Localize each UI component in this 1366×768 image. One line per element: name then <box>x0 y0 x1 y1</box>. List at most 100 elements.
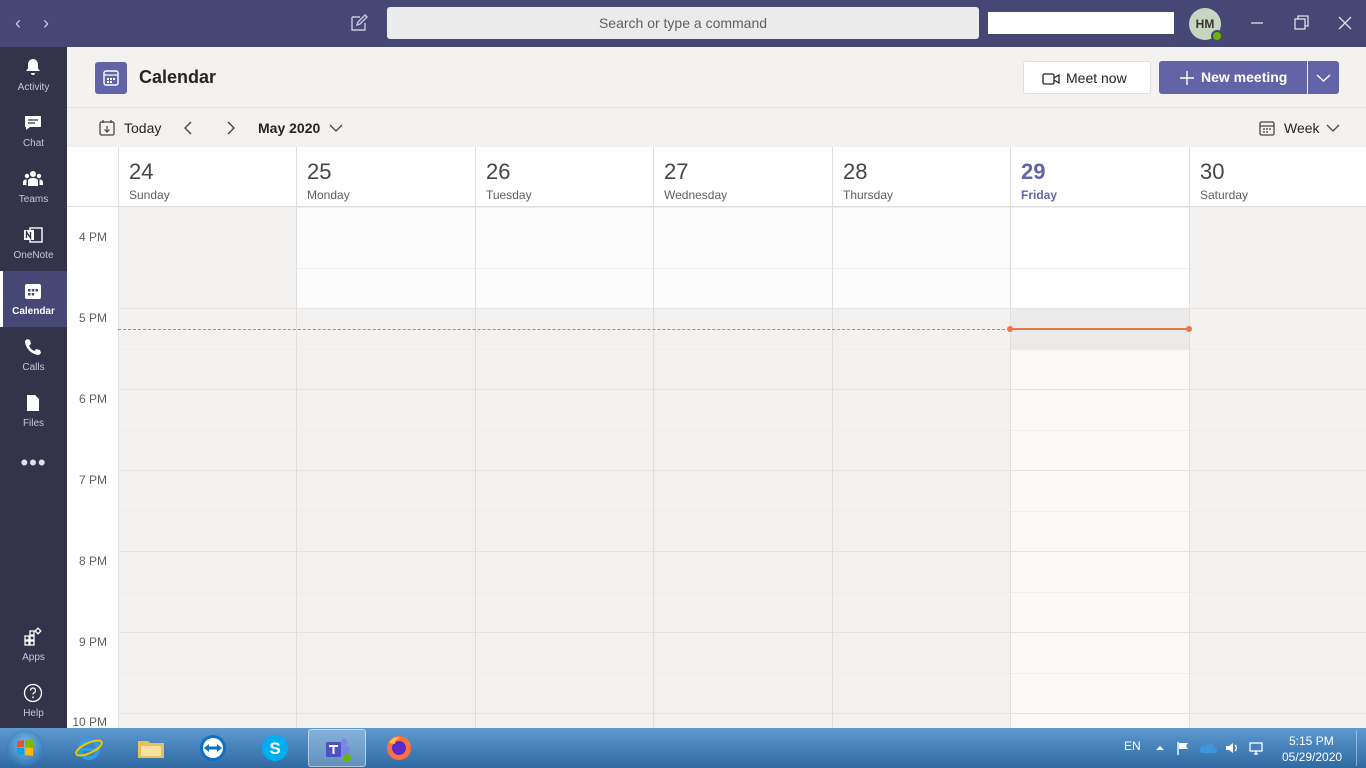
column-divider <box>118 147 119 728</box>
day-column-thursday[interactable] <box>832 207 1010 728</box>
search-input[interactable]: Search or type a command <box>387 7 979 39</box>
meet-now-label: Meet now <box>1066 70 1127 86</box>
rail-item-calls[interactable]: Calls <box>0 327 67 383</box>
avatar[interactable]: HM <box>1189 8 1223 42</box>
day-number: 26 <box>486 159 511 184</box>
chevron-down-icon[interactable] <box>326 118 346 138</box>
time-label: 6 PM <box>78 392 107 406</box>
day-column-tuesday[interactable] <box>475 207 653 728</box>
more-apps-icon[interactable]: ••• <box>0 452 67 479</box>
chevron-down-icon <box>1316 74 1331 82</box>
day-column-wednesday[interactable] <box>653 207 832 728</box>
gutter-header <box>67 147 118 207</box>
clock-time[interactable]: 5:15 PM <box>1289 734 1334 748</box>
today-button[interactable]: Today <box>124 120 161 136</box>
action-center-flag-icon[interactable] <box>1176 741 1190 755</box>
firefox-icon <box>387 736 411 760</box>
calendar-icon <box>25 284 41 299</box>
taskbar-firefox[interactable] <box>370 729 428 767</box>
hour-line <box>118 308 1366 309</box>
day-header-tuesday[interactable]: 26 Tuesday <box>476 147 653 207</box>
month-picker[interactable]: May 2020 <box>258 120 320 136</box>
day-header-friday[interactable]: 29 Friday <box>1011 147 1189 207</box>
taskbar-ie[interactable] <box>60 729 118 767</box>
time-label: 4 PM <box>78 230 107 244</box>
minimize-icon[interactable] <box>1246 12 1268 34</box>
help-icon <box>23 683 43 703</box>
teamviewer-icon <box>200 735 226 761</box>
rail-label: Calendar <box>12 306 55 317</box>
day-column-monday[interactable] <box>296 207 475 728</box>
rail-item-chat[interactable]: Chat <box>0 103 67 159</box>
chevron-down-icon[interactable] <box>1323 118 1343 138</box>
rail-label: Apps <box>22 652 45 663</box>
day-number: 27 <box>664 159 689 184</box>
day-header-sunday[interactable]: 24 Sunday <box>119 147 296 207</box>
back-arrow-icon[interactable]: ‹ <box>8 12 28 34</box>
file-icon <box>27 395 39 411</box>
next-week-icon[interactable] <box>220 118 240 138</box>
onedrive-icon[interactable] <box>1199 741 1217 755</box>
rail-item-teams[interactable]: Teams <box>0 159 67 215</box>
calendar-today-icon[interactable] <box>98 119 116 137</box>
day-number: 28 <box>843 159 868 184</box>
volume-icon[interactable] <box>1225 741 1239 755</box>
taskbar-explorer[interactable] <box>122 729 180 767</box>
app-rail: Activity Chat Teams OneNote Calendar Cal… <box>0 47 67 728</box>
rail-item-apps[interactable]: Apps <box>0 617 67 673</box>
previous-week-icon[interactable] <box>179 118 199 138</box>
rail-item-onenote[interactable]: OneNote <box>0 215 67 271</box>
show-desktop-button[interactable] <box>1356 730 1366 766</box>
new-meeting-label: New meeting <box>1201 69 1288 85</box>
day-header-wednesday[interactable]: 27 Wednesday <box>654 147 832 207</box>
day-header-thursday[interactable]: 28 Thursday <box>833 147 1010 207</box>
rail-item-activity[interactable]: Activity <box>0 47 67 103</box>
column-divider <box>832 147 833 728</box>
column-divider <box>653 147 654 728</box>
day-column-sunday[interactable] <box>118 207 296 728</box>
time-label: 9 PM <box>78 635 107 649</box>
calendar-toolbar: Today May 2020 Week <box>67 107 1366 147</box>
internet-explorer-icon <box>75 738 103 760</box>
taskbar-teams[interactable] <box>308 729 366 767</box>
day-column-saturday[interactable] <box>1189 207 1366 728</box>
day-name: Thursday <box>843 188 894 202</box>
view-switcher[interactable]: Week <box>1284 120 1320 136</box>
hour-line <box>118 389 1366 390</box>
language-indicator[interactable]: EN <box>1124 739 1141 753</box>
maximize-icon[interactable] <box>1290 12 1312 34</box>
apps-icon <box>24 627 42 646</box>
forward-arrow-icon[interactable]: › <box>36 12 56 34</box>
title-field[interactable] <box>988 12 1174 34</box>
clock-date[interactable]: 05/29/2020 <box>1282 750 1342 764</box>
taskbar-teamviewer[interactable] <box>184 729 242 767</box>
avatar-initials: HM <box>1195 17 1215 31</box>
meet-now-button[interactable]: Meet now <box>1023 61 1151 94</box>
time-label: 5 PM <box>78 311 107 325</box>
network-icon[interactable] <box>1249 741 1263 755</box>
compose-icon[interactable] <box>348 12 370 34</box>
day-column-friday[interactable] <box>1010 207 1189 728</box>
calendar-view-icon <box>1259 121 1275 136</box>
onenote-icon <box>24 227 43 243</box>
rail-item-files[interactable]: Files <box>0 383 67 439</box>
hour-line <box>118 551 1366 552</box>
day-number: 30 <box>1200 159 1225 184</box>
start-button[interactable] <box>6 730 44 766</box>
title-bar: ‹ › Search or type a command HM <box>0 0 1366 47</box>
current-time-line-today <box>1010 328 1189 330</box>
show-hidden-icons-icon[interactable] <box>1153 741 1167 755</box>
time-label: 8 PM <box>78 554 107 568</box>
taskbar-skype[interactable]: S <box>246 729 304 767</box>
video-camera-icon <box>1042 73 1060 85</box>
rail-label: Teams <box>18 194 49 205</box>
rail-item-calendar[interactable]: Calendar <box>0 271 67 327</box>
new-meeting-button[interactable]: New meeting <box>1159 61 1307 94</box>
day-header-monday[interactable]: 25 Monday <box>297 147 475 207</box>
day-header-saturday[interactable]: 30 Saturday <box>1190 147 1366 207</box>
half-hour-line <box>118 592 1366 593</box>
rail-label: Calls <box>22 362 45 373</box>
rail-item-help[interactable]: Help <box>0 673 67 729</box>
close-icon[interactable] <box>1334 12 1356 34</box>
new-meeting-dropdown[interactable] <box>1308 61 1339 94</box>
